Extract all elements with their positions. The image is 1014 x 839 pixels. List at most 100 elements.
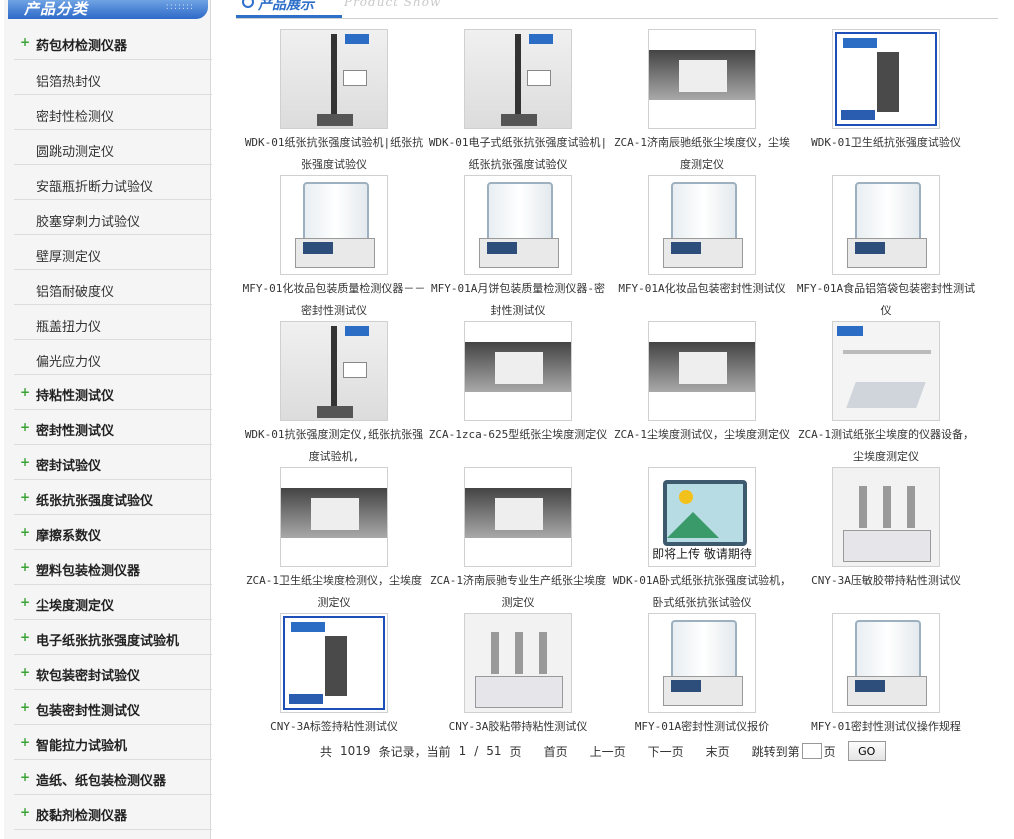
jump-page-input[interactable]: [801, 743, 822, 759]
pagination-current: 1: [458, 744, 467, 758]
product-thumbnail[interactable]: [832, 29, 940, 129]
product-card[interactable]: MFY-01A密封性测试仪报价: [610, 613, 794, 759]
product-name-link[interactable]: WDK-01A卧式纸张抗张强度试验机，卧式纸张抗张试验仪: [610, 570, 794, 614]
product-card[interactable]: CNY-3A标签持粘性测试仪: [242, 613, 426, 759]
product-thumbnail[interactable]: [464, 321, 572, 421]
sidebar-category[interactable]: + 包装密封性测试仪: [14, 690, 212, 725]
product-thumbnail[interactable]: [464, 467, 572, 567]
product-card[interactable]: MFY-01A月饼包装质量检测仪器-密封性测试仪: [426, 175, 610, 321]
product-name-link[interactable]: WDK-01卫生纸抗张强度试验仪: [794, 132, 978, 154]
sidebar-category[interactable]: + 摩擦系数仪: [14, 515, 212, 550]
sidebar-category[interactable]: + 智能拉力试验机: [14, 725, 212, 760]
sidebar-item-label: 电子纸张抗张强度试验机: [36, 634, 180, 649]
product-card[interactable]: CNY-3A压敏胶带持粘性测试仪: [794, 467, 978, 613]
go-button[interactable]: GO: [847, 741, 886, 761]
product-name-link[interactable]: CNY-3A压敏胶带持粘性测试仪: [794, 570, 978, 592]
product-name-link[interactable]: MFY-01A密封性测试仪报价: [610, 716, 794, 738]
sidebar-category[interactable]: + 造纸、纸包装检测仪器: [14, 760, 212, 795]
product-thumbnail[interactable]: [280, 29, 388, 129]
product-name-link[interactable]: WDK-01电子式纸张抗张强度试验机|纸张抗张强度试验仪: [426, 132, 610, 176]
product-card[interactable]: WDK-01纸张抗张强度试验机|纸张抗张强度试验仪: [242, 29, 426, 175]
last-page-link[interactable]: 末页: [706, 743, 730, 760]
product-card[interactable]: MFY-01化妆品包装质量检测仪器－－密封性测试仪: [242, 175, 426, 321]
product-thumbnail[interactable]: [648, 175, 756, 275]
product-thumbnail[interactable]: [832, 613, 940, 713]
first-page-link[interactable]: 首页: [544, 743, 568, 760]
product-image: [833, 176, 939, 274]
product-card[interactable]: ZCA-1济南辰驰纸张尘埃度仪，尘埃度测定仪: [610, 29, 794, 175]
product-thumbnail[interactable]: [280, 175, 388, 275]
product-name-link[interactable]: ZCA-1卫生纸尘埃度检测仪，尘埃度测定仪: [242, 570, 426, 614]
sidebar-category[interactable]: + 电子纸张抗张强度试验机: [14, 620, 212, 655]
product-name-link[interactable]: WDK-01抗张强度测定仪,纸张抗张强度试验机,: [242, 424, 426, 468]
section-title: 产品展示: [258, 0, 314, 13]
product-thumbnail[interactable]: [280, 321, 388, 421]
sidebar-category[interactable]: + 软包装密封试验仪: [14, 655, 212, 690]
sidebar-subitem[interactable]: 铝箔耐破度仪: [14, 270, 212, 305]
product-name-link[interactable]: MFY-01A化妆品包装密封性测试仪: [610, 278, 794, 300]
plus-icon: +: [20, 525, 31, 539]
product-thumbnail[interactable]: [648, 613, 756, 713]
sidebar-category[interactable]: + 尘埃度测定仪: [14, 585, 212, 620]
product-thumbnail[interactable]: [280, 467, 388, 567]
product-name-link[interactable]: MFY-01化妆品包装质量检测仪器－－密封性测试仪: [242, 278, 426, 322]
product-name-link[interactable]: ZCA-1zca-625型纸张尘埃度测定仪: [426, 424, 610, 446]
product-thumbnail[interactable]: [280, 613, 388, 713]
product-card[interactable]: ZCA-1济南辰驰专业生产纸张尘埃度测定仪: [426, 467, 610, 613]
product-name-link[interactable]: WDK-01纸张抗张强度试验机|纸张抗张强度试验仪: [242, 132, 426, 176]
product-thumbnail[interactable]: [648, 321, 756, 421]
product-card[interactable]: CNY-3A胶粘带持粘性测试仪: [426, 613, 610, 759]
product-card[interactable]: ZCA-1测试纸张尘埃度的仪器设备，尘埃度测定仪: [794, 321, 978, 467]
sidebar-subitem[interactable]: 壁厚测定仪: [14, 235, 212, 270]
product-card[interactable]: WDK-01电子式纸张抗张强度试验机|纸张抗张强度试验仪: [426, 29, 610, 175]
product-thumbnail[interactable]: [648, 29, 756, 129]
product-card[interactable]: ZCA-1卫生纸尘埃度检测仪，尘埃度测定仪: [242, 467, 426, 613]
product-card[interactable]: MFY-01A食品铝箔袋包装密封性测试仪: [794, 175, 978, 321]
product-name-link[interactable]: CNY-3A胶粘带持粘性测试仪: [426, 716, 610, 738]
product-image: [833, 614, 939, 712]
product-name-link[interactable]: ZCA-1济南辰驰纸张尘埃度仪，尘埃度测定仪: [610, 132, 794, 176]
product-card[interactable]: ZCA-1尘埃度测试仪，尘埃度测定仪: [610, 321, 794, 467]
prev-page-link[interactable]: 上一页: [590, 743, 626, 760]
sidebar-subitem[interactable]: 安瓿瓶折断力试验仪: [14, 165, 212, 200]
product-name-link[interactable]: MFY-01密封性测试仪操作规程: [794, 716, 978, 738]
product-thumbnail[interactable]: [464, 613, 572, 713]
product-thumbnail[interactable]: [832, 321, 940, 421]
sidebar-category[interactable]: + 密封性测试仪: [14, 410, 212, 445]
product-card[interactable]: MFY-01密封性测试仪操作规程: [794, 613, 978, 759]
sidebar-subitem[interactable]: 圆跳动测定仪: [14, 130, 212, 165]
sidebar-category[interactable]: + 药包材检测仪器: [14, 25, 212, 60]
product-thumbnail[interactable]: [832, 467, 940, 567]
sidebar-subitem[interactable]: 密封性检测仪: [14, 95, 212, 130]
sidebar-category[interactable]: + 塑料包装检测仪器: [14, 550, 212, 585]
sidebar-category[interactable]: + 密封试验仪: [14, 445, 212, 480]
product-name-link[interactable]: ZCA-1济南辰驰专业生产纸张尘埃度测定仪: [426, 570, 610, 614]
sidebar-subitem[interactable]: 瓶盖扭力仪: [14, 305, 212, 340]
sidebar-item-label: 胶黏剂检测仪器: [36, 809, 128, 824]
product-thumbnail[interactable]: [832, 175, 940, 275]
product-name-link[interactable]: CNY-3A标签持粘性测试仪: [242, 716, 426, 738]
sidebar-item-label: 密封性检测仪: [36, 110, 115, 125]
plus-icon: +: [20, 420, 31, 434]
sun-icon: [679, 490, 693, 504]
sidebar-category[interactable]: + 胶黏剂检测仪器: [14, 795, 212, 830]
product-card[interactable]: ZCA-1zca-625型纸张尘埃度测定仪: [426, 321, 610, 467]
product-name-link[interactable]: MFY-01A食品铝箔袋包装密封性测试仪: [794, 278, 978, 322]
next-page-link[interactable]: 下一页: [648, 743, 684, 760]
product-thumbnail[interactable]: [464, 29, 572, 129]
sidebar-subitem[interactable]: 胶塞穿刺力试验仪: [14, 200, 212, 235]
product-name-link[interactable]: ZCA-1测试纸张尘埃度的仪器设备，尘埃度测定仪: [794, 424, 978, 468]
product-card[interactable]: MFY-01A化妆品包装密封性测试仪: [610, 175, 794, 321]
product-name-link[interactable]: MFY-01A月饼包装质量检测仪器-密封性测试仪: [426, 278, 610, 322]
sidebar-subitem[interactable]: 铝箔热封仪: [14, 60, 212, 95]
sidebar-subitem[interactable]: 偏光应力仪: [14, 340, 212, 375]
product-card[interactable]: WDK-01卫生纸抗张强度试验仪: [794, 29, 978, 175]
sidebar-category[interactable]: + 持粘性测试仪: [14, 375, 212, 410]
product-thumbnail[interactable]: 即将上传 敬请期待: [648, 467, 756, 567]
product-name-link[interactable]: ZCA-1尘埃度测试仪，尘埃度测定仪: [610, 424, 794, 446]
product-card[interactable]: WDK-01抗张强度测定仪,纸张抗张强度试验机,: [242, 321, 426, 467]
product-card[interactable]: 即将上传 敬请期待 WDK-01A卧式纸张抗张强度试验机，卧式纸张抗张试验仪: [610, 467, 794, 613]
sidebar-item-label: 安瓿瓶折断力试验仪: [36, 180, 154, 195]
product-thumbnail[interactable]: [464, 175, 572, 275]
sidebar-category[interactable]: + 纸张抗张强度试验仪: [14, 480, 212, 515]
